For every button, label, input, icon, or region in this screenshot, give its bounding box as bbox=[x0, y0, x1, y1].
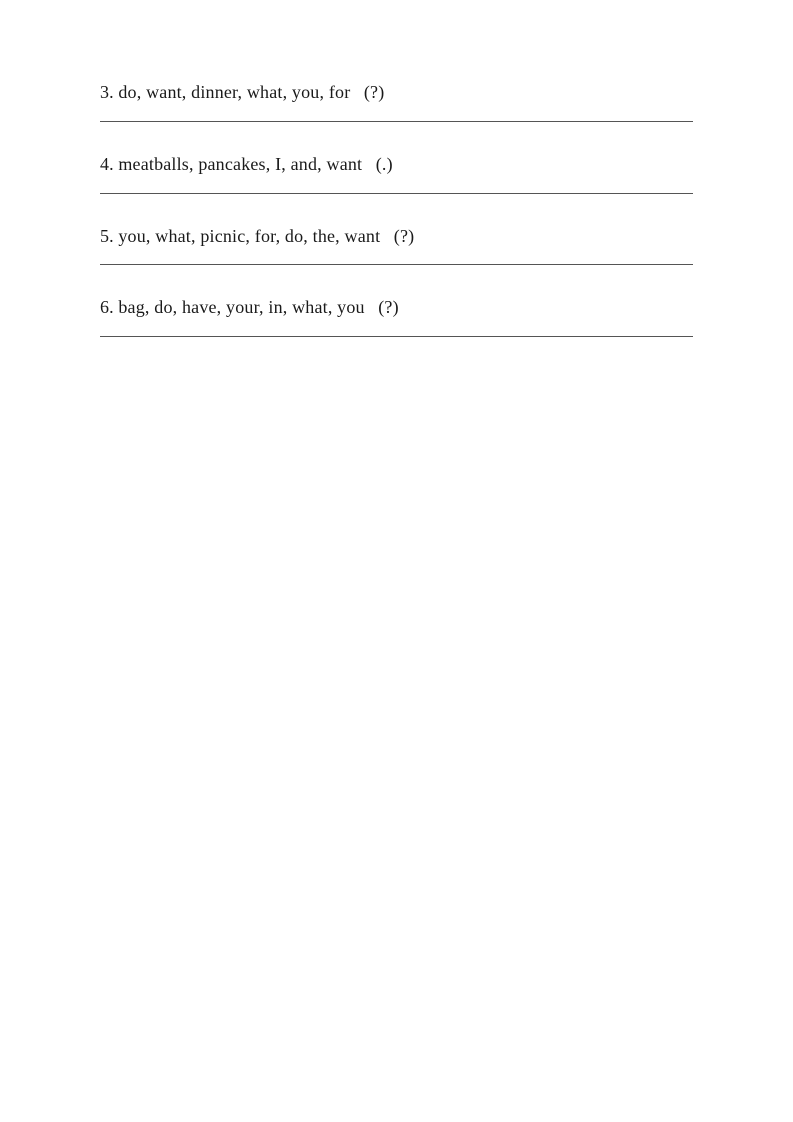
exercise-line-4: 4. meatballs, pancakes, I, and, want (.) bbox=[100, 150, 693, 191]
exercise-item-5: 5. you, what, picnic, for, do, the, want… bbox=[100, 204, 693, 276]
divider-5 bbox=[100, 264, 693, 265]
exercise-line-3: 3. do, want, dinner, what, you, for (?) bbox=[100, 78, 693, 119]
exercise-punctuation-5: (?) bbox=[394, 222, 415, 251]
exercise-punctuation-3: (?) bbox=[364, 78, 385, 107]
divider-4 bbox=[100, 193, 693, 194]
exercise-punctuation-6: (?) bbox=[378, 293, 399, 322]
divider-6 bbox=[100, 336, 693, 337]
exercise-line-6: 6. bag, do, have, your, in, what, you (?… bbox=[100, 293, 693, 334]
exercise-words-6: bag, do, have, your, in, what, you bbox=[118, 293, 364, 322]
exercise-item-3: 3. do, want, dinner, what, you, for (?) bbox=[100, 60, 693, 132]
exercise-words-4: meatballs, pancakes, I, and, want bbox=[118, 150, 362, 179]
exercise-line-5: 5. you, what, picnic, for, do, the, want… bbox=[100, 222, 693, 263]
exercise-number-5: 5. bbox=[100, 222, 114, 251]
exercise-number-6: 6. bbox=[100, 293, 114, 322]
page: 3. do, want, dinner, what, you, for (?) … bbox=[0, 0, 793, 1122]
exercise-punctuation-4: (.) bbox=[376, 150, 393, 179]
divider-3 bbox=[100, 121, 693, 122]
exercise-words-5: you, what, picnic, for, do, the, want bbox=[118, 222, 380, 251]
exercise-number-4: 4. bbox=[100, 150, 114, 179]
exercise-item-6: 6. bag, do, have, your, in, what, you (?… bbox=[100, 275, 693, 347]
exercise-number-3: 3. bbox=[100, 78, 114, 107]
exercise-item-4: 4. meatballs, pancakes, I, and, want (.) bbox=[100, 132, 693, 204]
exercise-words-3: do, want, dinner, what, you, for bbox=[118, 78, 350, 107]
